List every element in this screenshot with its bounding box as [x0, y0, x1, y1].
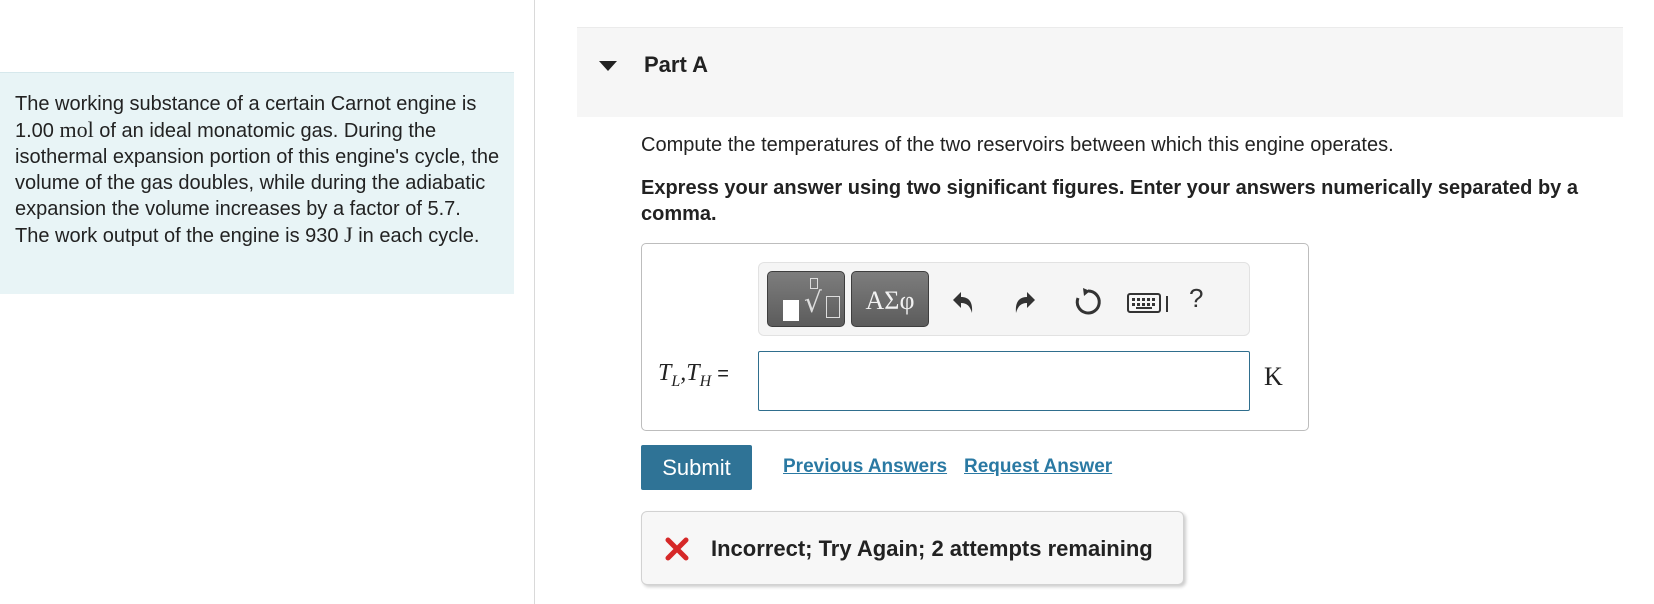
variable-label: TL,TH = — [658, 360, 729, 391]
previous-answers-link[interactable]: Previous Answers — [783, 456, 947, 478]
page: The working substance of a certain Carno… — [0, 0, 1654, 604]
greek-symbols-button[interactable]: ΑΣφ — [851, 271, 929, 327]
answer-input[interactable] — [758, 351, 1250, 411]
feedback-message: Incorrect; Try Again; 2 attempts remaini… — [711, 536, 1153, 561]
feedback-box: Incorrect; Try Again; 2 attempts remaini… — [641, 511, 1184, 585]
incorrect-x-icon — [665, 537, 689, 561]
redo-icon[interactable] — [1009, 285, 1043, 319]
undo-icon[interactable] — [945, 285, 979, 319]
keyboard-icon[interactable] — [1127, 291, 1171, 315]
collapse-caret-icon[interactable] — [599, 61, 617, 71]
greek-symbols-label: ΑΣφ — [865, 286, 915, 315]
unit-mol: mol — [59, 117, 94, 142]
problem-statement-panel: The working substance of a certain Carno… — [0, 72, 514, 294]
var-t-low: T — [658, 360, 672, 386]
request-answer-link[interactable]: Request Answer — [964, 456, 1112, 478]
part-a-header[interactable]: Part A — [577, 27, 1623, 117]
templates-button[interactable]: √ — [767, 271, 845, 327]
var-t-high-subscript: H — [699, 372, 712, 390]
problem-text-part3: in each cycle. — [352, 225, 480, 247]
template-box-icon — [826, 296, 840, 318]
question-text: Compute the temperatures of the two rese… — [641, 134, 1394, 156]
unit-joule: J — [344, 222, 353, 247]
help-button[interactable]: ? — [1189, 283, 1203, 314]
answer-instructions: Express your answer using two significan… — [641, 177, 1578, 225]
column-divider — [534, 0, 535, 604]
equals-sign: = — [717, 363, 729, 385]
problem-statement: The working substance of a certain Carno… — [15, 91, 500, 249]
part-title: Part A — [644, 52, 708, 77]
template-square-icon — [783, 300, 799, 321]
unit-label: K — [1264, 362, 1283, 391]
submit-button[interactable]: Submit — [641, 445, 752, 490]
reset-icon[interactable] — [1071, 285, 1105, 319]
math-toolbar: √ ΑΣφ ? — [758, 262, 1250, 336]
var-t-low-subscript: L — [671, 372, 681, 390]
answer-box: √ ΑΣφ ? TL,TH = K — [641, 243, 1309, 431]
sqrt-icon: √ — [804, 286, 822, 319]
var-t-high: T — [686, 360, 700, 386]
